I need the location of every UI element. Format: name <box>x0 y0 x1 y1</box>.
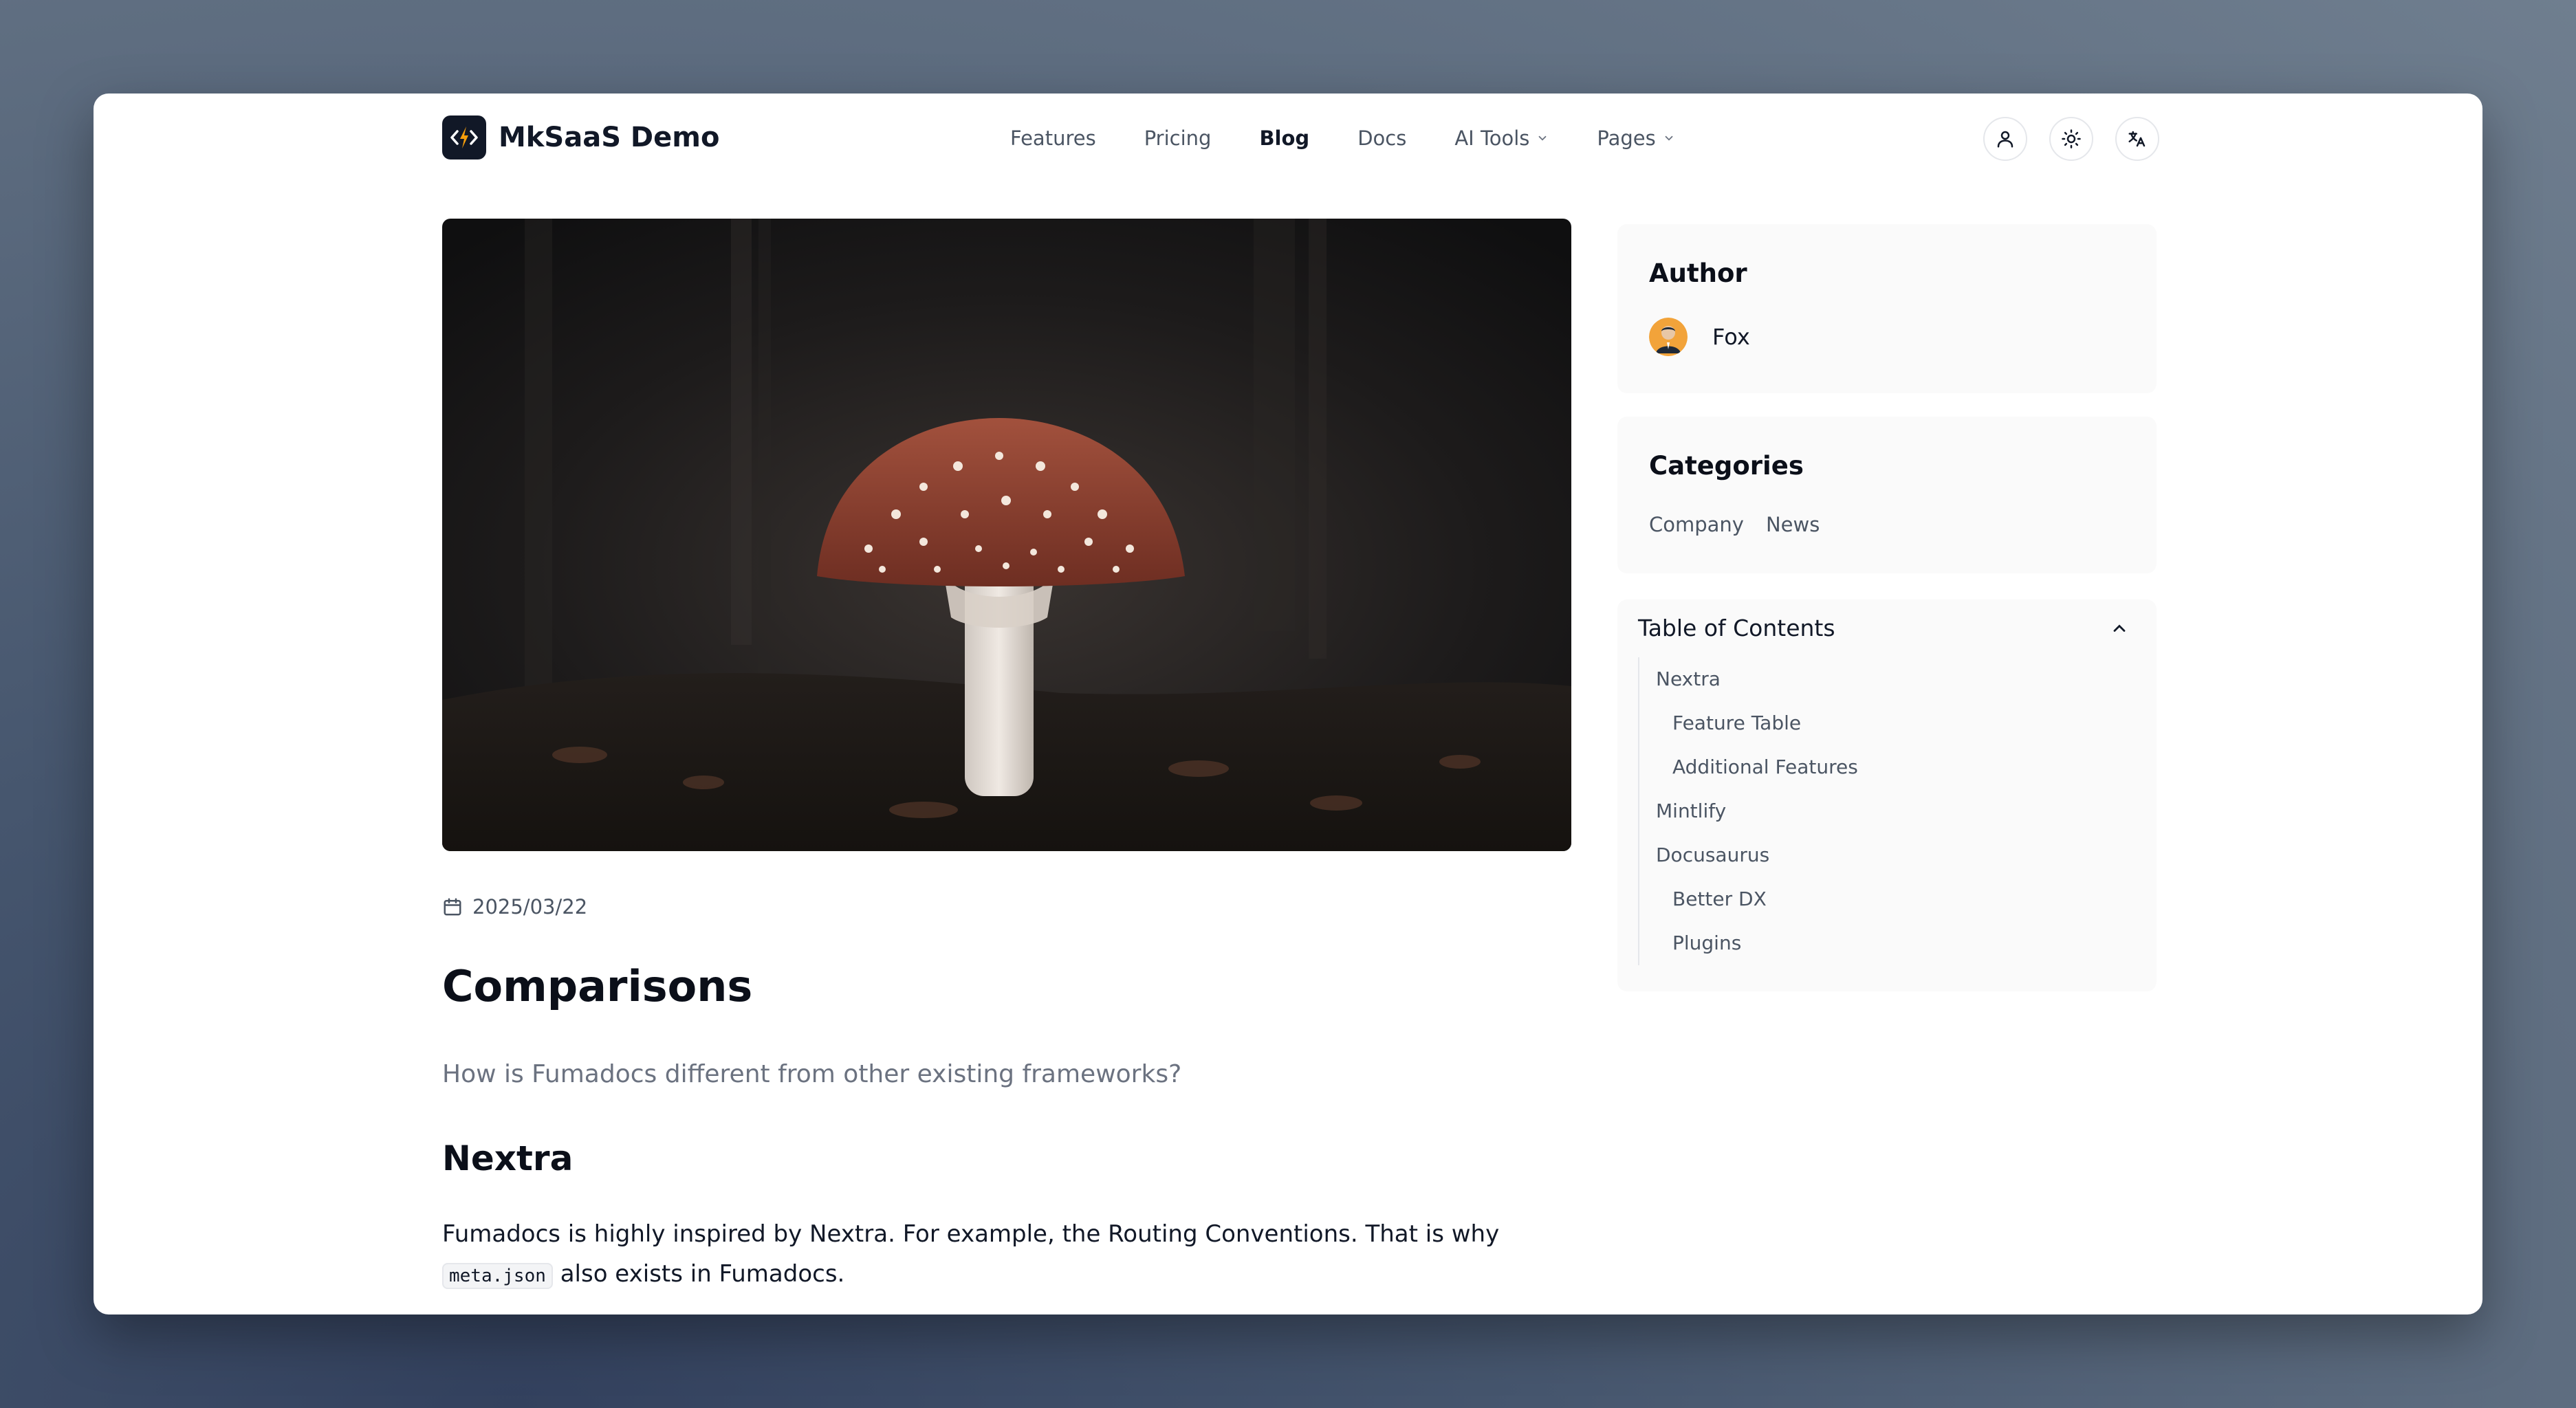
avatar <box>1649 318 1688 356</box>
nav-pages[interactable]: Pages <box>1597 126 1674 150</box>
toc-item-docusaurus[interactable]: Docusaurus <box>1656 833 1858 877</box>
nav-pricing[interactable]: Pricing <box>1144 126 1212 150</box>
toc-card: Table of Contents Nextra Feature Table A… <box>1617 600 2157 991</box>
article-date-text: 2025/03/22 <box>472 895 588 918</box>
toc-item-mintlify[interactable]: Mintlify <box>1656 789 1858 833</box>
toc-item-feature-table[interactable]: Feature Table <box>1656 701 1858 745</box>
nav-docs[interactable]: Docs <box>1357 126 1406 150</box>
article-date: 2025/03/22 <box>442 895 587 918</box>
toc-toggle[interactable]: Table of Contents <box>1638 615 2129 641</box>
article-title: Comparisons <box>442 961 753 1011</box>
brand-link[interactable]: MkSaaS Demo <box>442 116 719 160</box>
main-menu: Features Pricing Blog Docs AI Tools Page… <box>1010 126 1723 150</box>
toc-item-plugins[interactable]: Plugins <box>1656 921 1858 965</box>
nav-pricing-label: Pricing <box>1144 126 1212 150</box>
toc-item-nextra[interactable]: Nextra <box>1656 657 1858 701</box>
sun-icon <box>2062 129 2081 148</box>
theme-toggle-button[interactable] <box>2049 117 2093 161</box>
toc-heading: Table of Contents <box>1638 615 1835 641</box>
nav-blog-label: Blog <box>1259 126 1310 150</box>
nav-blog[interactable]: Blog <box>1259 126 1309 150</box>
paragraph-text-end: also exists in Fumadocs. <box>552 1260 845 1288</box>
nav-docs-label: Docs <box>1357 126 1407 150</box>
category-list: Company News <box>1649 513 1820 536</box>
chevron-down-icon <box>1665 135 1673 141</box>
author-card: Author Fox <box>1617 224 2157 393</box>
nav-ai-tools[interactable]: AI Tools <box>1454 126 1549 150</box>
chevron-down-icon <box>1538 135 1547 141</box>
category-company[interactable]: Company <box>1649 513 1744 536</box>
section-heading-nextra: Nextra <box>442 1138 574 1178</box>
nav-ai-tools-label: AI Tools <box>1454 126 1530 150</box>
toc-item-better-dx[interactable]: Better DX <box>1656 877 1858 921</box>
author-name: Fox <box>1712 324 1750 350</box>
article-cover-image <box>442 219 1571 851</box>
toc-item-additional-features[interactable]: Additional Features <box>1656 745 1858 789</box>
categories-card: Categories Company News <box>1617 417 2157 573</box>
user-icon <box>1997 131 2013 148</box>
language-switch-button[interactable] <box>2115 117 2159 161</box>
author-heading: Author <box>1649 258 1747 288</box>
paragraph-text-start: Fumadocs is highly inspired by Nextra. F… <box>442 1220 1500 1248</box>
toc-list: Nextra Feature Table Additional Features… <box>1638 657 1858 965</box>
author-link[interactable]: Fox <box>1649 318 1750 356</box>
inline-code: meta.json <box>442 1263 553 1289</box>
nav-pages-label: Pages <box>1597 126 1656 150</box>
categories-heading: Categories <box>1649 451 1804 481</box>
brand-name: MkSaaS Demo <box>499 122 720 153</box>
chevron-up-icon <box>2113 624 2126 632</box>
top-navbar: MkSaaS Demo Features Pricing Blog Docs A… <box>94 94 2482 224</box>
article-description: How is Fumadocs different from other exi… <box>442 1060 1182 1088</box>
translate-icon <box>2128 131 2146 147</box>
user-menu-button[interactable] <box>1983 117 2027 161</box>
nav-features-label: Features <box>1010 126 1096 150</box>
nav-actions <box>1983 117 2159 161</box>
nav-features[interactable]: Features <box>1010 126 1096 150</box>
category-news[interactable]: News <box>1766 513 1820 536</box>
code-bolt-icon <box>442 116 486 160</box>
browser-window: MkSaaS Demo Features Pricing Blog Docs A… <box>94 94 2482 1314</box>
article-paragraph: Fumadocs is highly inspired by Nextra. F… <box>442 1214 1577 1296</box>
calendar-icon <box>444 898 461 916</box>
